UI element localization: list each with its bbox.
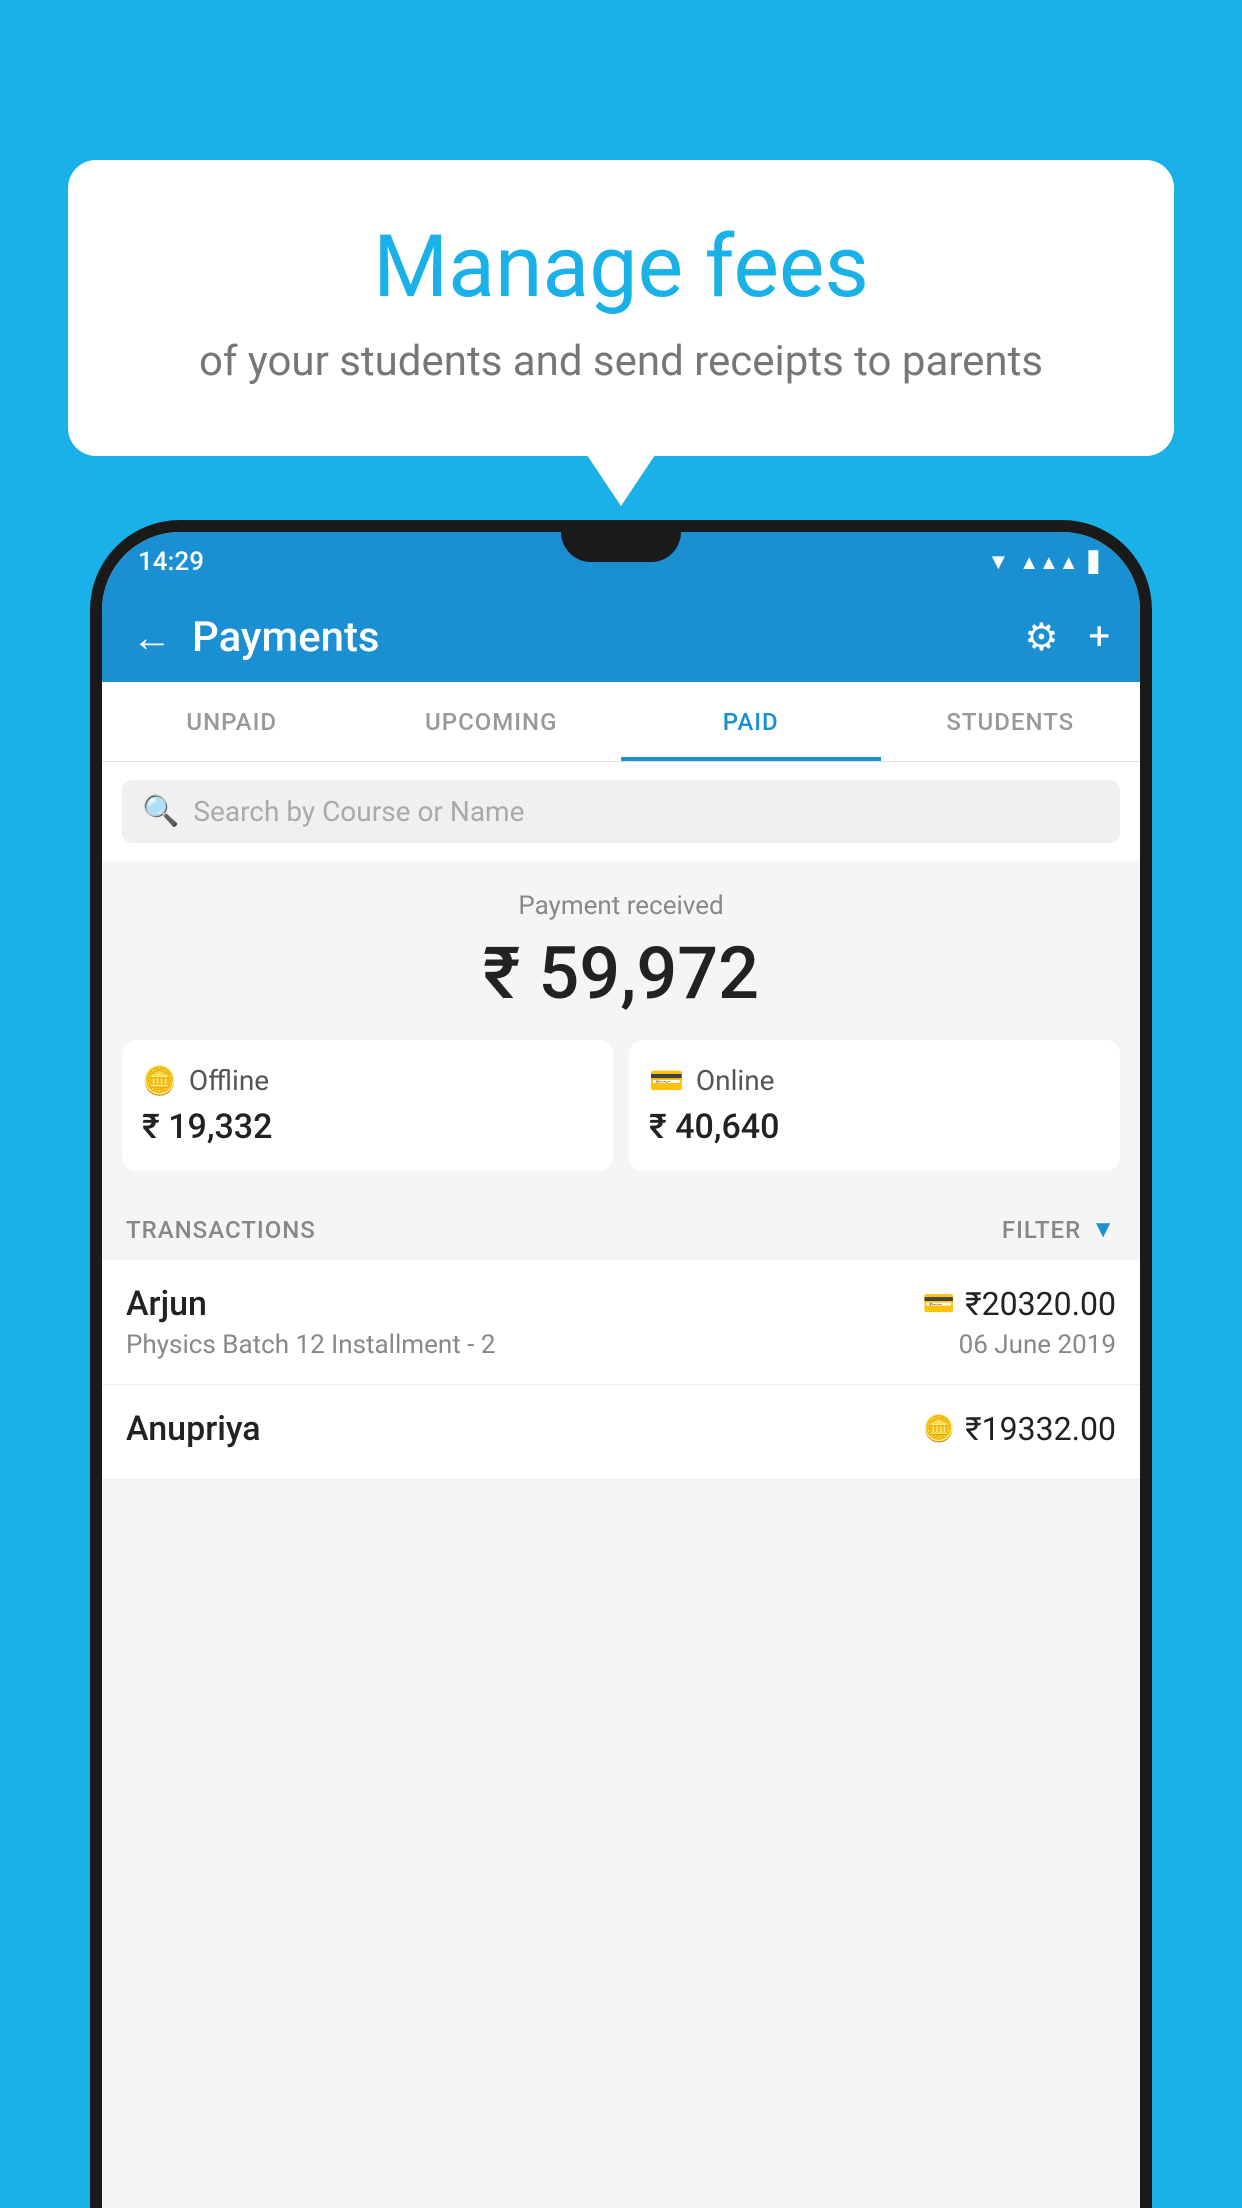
- search-placeholder: Search by Course or Name: [193, 795, 524, 828]
- speech-bubble: Manage fees of your students and send re…: [68, 160, 1174, 456]
- search-icon: 🔍: [142, 794, 179, 829]
- online-card: 💳 Online ₹ 40,640: [629, 1040, 1120, 1171]
- payment-received-label: Payment received: [122, 891, 1120, 921]
- phone-screen: 14:29 ▼ ▲▲▲ ▋ ← Payments ⚙ + UNPAID UPCO…: [102, 532, 1140, 2208]
- payment-received-section: Payment received ₹ 59,972 🪙 Offline ₹ 19…: [102, 861, 1140, 1191]
- notch: [561, 520, 681, 562]
- tab-unpaid[interactable]: UNPAID: [102, 682, 362, 761]
- transaction-desc: Physics Batch 12 Installment - 2: [126, 1330, 495, 1360]
- settings-icon[interactable]: ⚙: [1024, 615, 1058, 660]
- online-card-header: 💳 Online: [649, 1064, 1100, 1097]
- transaction-amount-wrap: 💳 ₹20320.00: [923, 1285, 1116, 1323]
- offline-card: 🪙 Offline ₹ 19,332: [122, 1040, 613, 1171]
- transaction-list: Arjun 💳 ₹20320.00 Physics Batch 12 Insta…: [102, 1260, 1140, 1480]
- offline-icon: 🪙: [142, 1064, 177, 1097]
- credit-card-icon: 💳: [923, 1289, 955, 1319]
- filter-button[interactable]: FILTER ▼: [1002, 1215, 1116, 1244]
- add-icon[interactable]: +: [1088, 615, 1110, 659]
- status-time: 14:29: [138, 547, 204, 577]
- offline-amount: ₹ 19,332: [142, 1107, 593, 1147]
- transaction-amount-wrap-2: 🪙 ₹19332.00: [923, 1410, 1116, 1448]
- online-label: Online: [696, 1064, 775, 1097]
- tab-bar: UNPAID UPCOMING PAID STUDENTS: [102, 682, 1140, 762]
- search-container: 🔍 Search by Course or Name: [102, 762, 1140, 861]
- bubble-subtitle: of your students and send receipts to pa…: [128, 337, 1114, 386]
- wifi-icon: ▼: [987, 549, 1009, 575]
- bubble-title: Manage fees: [128, 220, 1114, 315]
- transaction-top-anupriya: Anupriya 🪙 ₹19332.00: [126, 1409, 1116, 1449]
- transactions-label: TRANSACTIONS: [126, 1216, 316, 1244]
- transaction-amount: ₹20320.00: [965, 1285, 1116, 1323]
- app-bar-icons: ⚙ +: [1024, 615, 1110, 660]
- transactions-header: TRANSACTIONS FILTER ▼: [102, 1191, 1140, 1260]
- battery-icon: ▋: [1089, 550, 1104, 574]
- search-bar[interactable]: 🔍 Search by Course or Name: [122, 780, 1120, 843]
- offline-label: Offline: [189, 1064, 269, 1097]
- transaction-amount-2: ₹19332.00: [965, 1410, 1116, 1448]
- payment-total-amount: ₹ 59,972: [122, 931, 1120, 1016]
- filter-label: FILTER: [1002, 1216, 1081, 1244]
- transaction-top-arjun: Arjun 💳 ₹20320.00: [126, 1284, 1116, 1324]
- payment-cards: 🪙 Offline ₹ 19,332 💳 Online ₹ 40,640: [122, 1040, 1120, 1171]
- transaction-bottom-arjun: Physics Batch 12 Installment - 2 06 June…: [126, 1330, 1116, 1360]
- table-row[interactable]: Anupriya 🪙 ₹19332.00: [102, 1385, 1140, 1480]
- back-button[interactable]: ←: [132, 614, 172, 661]
- signal-icon: ▲▲▲: [1019, 550, 1078, 575]
- tab-students[interactable]: STUDENTS: [881, 682, 1141, 761]
- online-amount: ₹ 40,640: [649, 1107, 1100, 1147]
- table-row[interactable]: Arjun 💳 ₹20320.00 Physics Batch 12 Insta…: [102, 1260, 1140, 1385]
- cash-icon: 🪙: [923, 1414, 955, 1444]
- offline-card-header: 🪙 Offline: [142, 1064, 593, 1097]
- transaction-name: Anupriya: [126, 1409, 261, 1449]
- filter-icon: ▼: [1091, 1215, 1116, 1244]
- transaction-name: Arjun: [126, 1284, 207, 1324]
- transaction-date: 06 June 2019: [959, 1330, 1116, 1360]
- phone-frame: 14:29 ▼ ▲▲▲ ▋ ← Payments ⚙ + UNPAID UPCO…: [90, 520, 1152, 2208]
- status-icons: ▼ ▲▲▲ ▋: [987, 549, 1104, 575]
- app-bar: ← Payments ⚙ +: [102, 592, 1140, 682]
- tab-paid[interactable]: PAID: [621, 682, 881, 761]
- app-title: Payments: [192, 613, 1004, 662]
- tab-upcoming[interactable]: UPCOMING: [362, 682, 622, 761]
- online-icon: 💳: [649, 1064, 684, 1097]
